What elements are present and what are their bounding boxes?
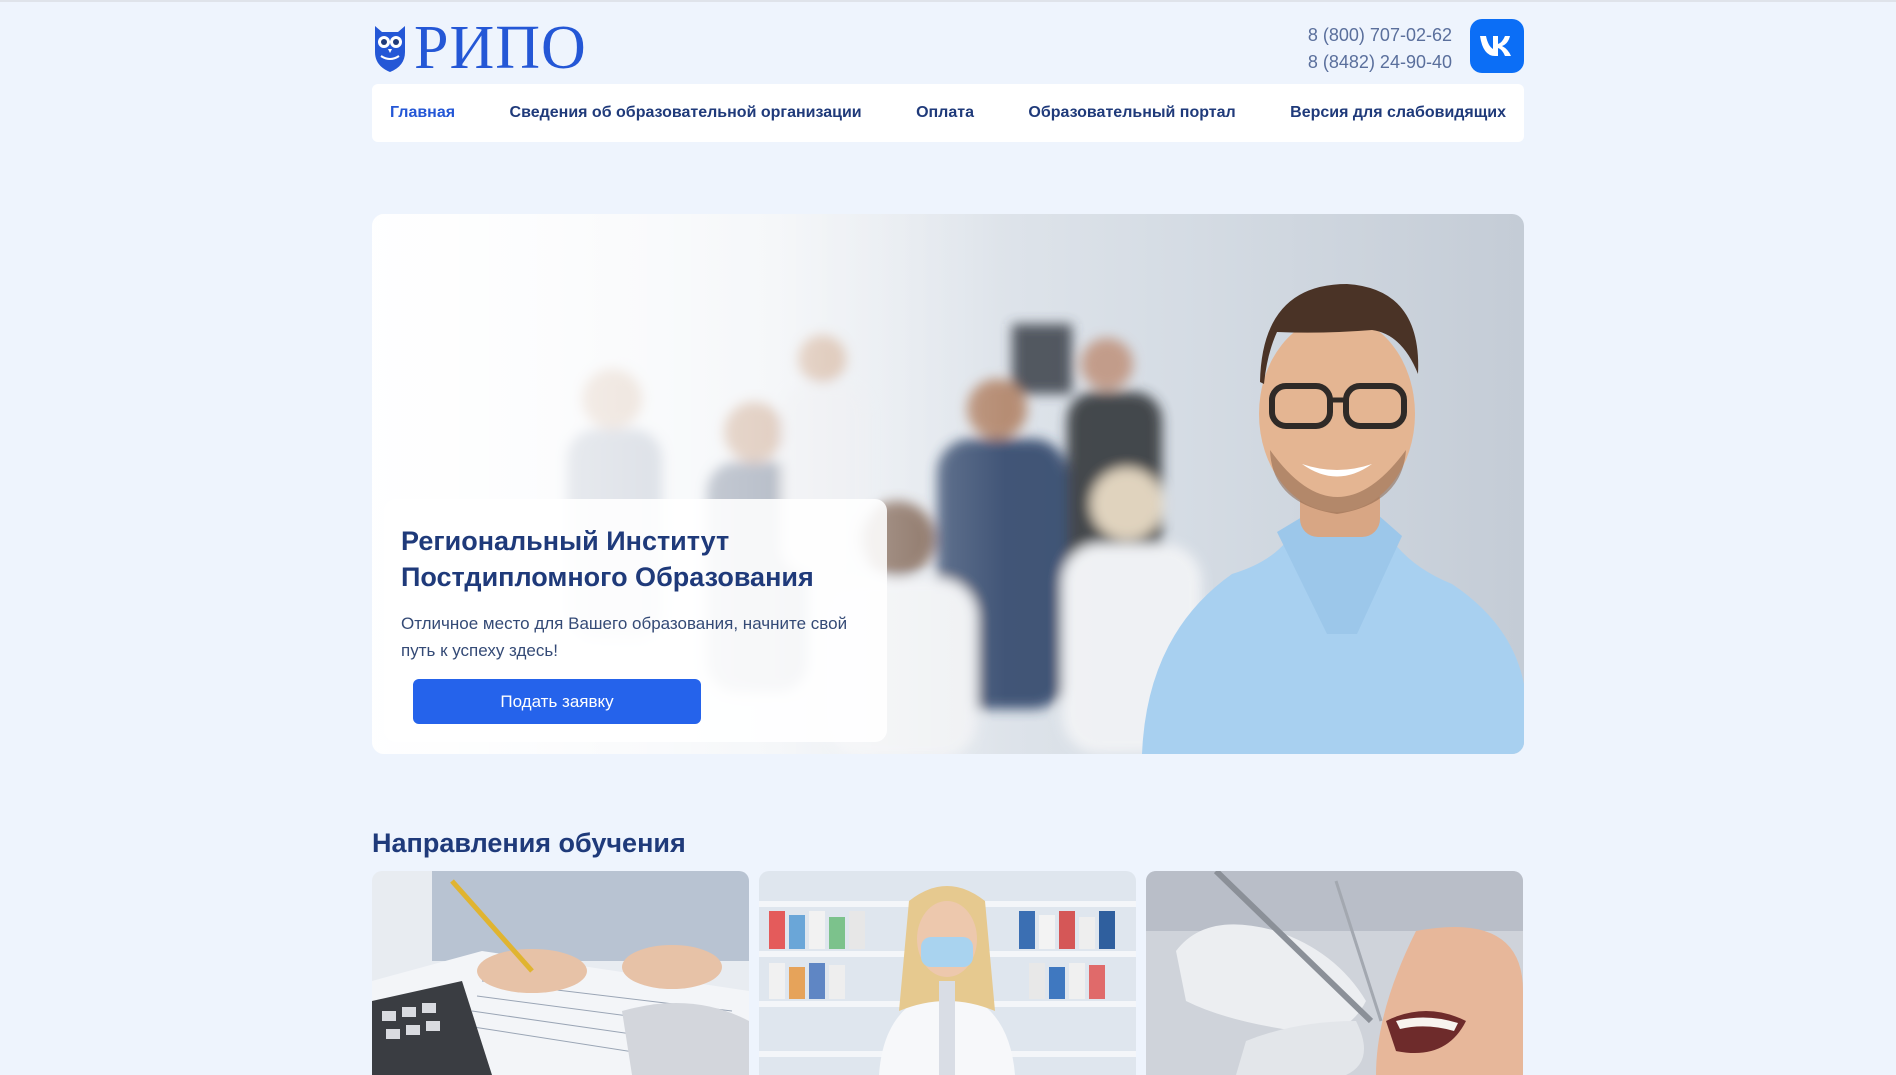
hero-title-line: Региональный Институт xyxy=(401,526,730,556)
nav-item-home[interactable]: Главная xyxy=(390,104,455,122)
hero-subtitle-line: Отличное место для Вашего образования, н… xyxy=(401,614,848,633)
phone-number-secondary[interactable]: 8 (8482) 24-90-40 xyxy=(1308,49,1452,76)
direction-card-pharmacy[interactable] xyxy=(759,871,1136,1075)
directions-cards xyxy=(372,871,1524,1075)
vk-link-button[interactable] xyxy=(1470,19,1524,73)
main-navigation: Главная Сведения об образовательной орга… xyxy=(372,84,1524,142)
apply-button[interactable]: Подать заявку xyxy=(413,679,701,724)
nav-item-organization-info[interactable]: Сведения об образовательной организации xyxy=(510,104,862,122)
hero-banner: Региональный Институт Постдипломного Обр… xyxy=(372,214,1524,754)
site-header: РИПО 8 (800) 707-02-62 8 (8482) 24-90-40 xyxy=(372,14,1524,82)
direction-card-accounting[interactable] xyxy=(372,871,749,1075)
vk-icon xyxy=(1480,36,1511,56)
pharmacist-photo xyxy=(759,871,1136,1075)
logo-text: РИПО xyxy=(414,14,587,82)
accountant-photo xyxy=(372,871,749,1075)
hero-title-line: Постдипломного Образования xyxy=(401,562,814,592)
hero-info-card: Региональный Институт Постдипломного Обр… xyxy=(384,499,887,742)
nav-item-payment[interactable]: Оплата xyxy=(916,104,974,122)
top-border xyxy=(0,0,1896,2)
nav-item-accessibility-version[interactable]: Версия для слабовидящих xyxy=(1290,104,1506,122)
nav-item-education-portal[interactable]: Образовательный портал xyxy=(1028,104,1235,122)
phone-number-primary[interactable]: 8 (800) 707-02-62 xyxy=(1308,22,1452,49)
owl-logo-icon xyxy=(375,26,405,72)
direction-card-dentistry[interactable] xyxy=(1146,871,1523,1075)
dentist-photo xyxy=(1146,871,1523,1075)
phone-numbers: 8 (800) 707-02-62 8 (8482) 24-90-40 xyxy=(1308,22,1452,76)
site-logo[interactable]: РИПО xyxy=(372,14,587,82)
hero-subtitle: Отличное место для Вашего образования, н… xyxy=(401,610,871,664)
hero-subtitle-line: путь к успеху здесь! xyxy=(401,641,558,660)
directions-title: Направления обучения xyxy=(372,828,686,858)
hero-title: Региональный Институт Постдипломного Обр… xyxy=(401,523,871,595)
